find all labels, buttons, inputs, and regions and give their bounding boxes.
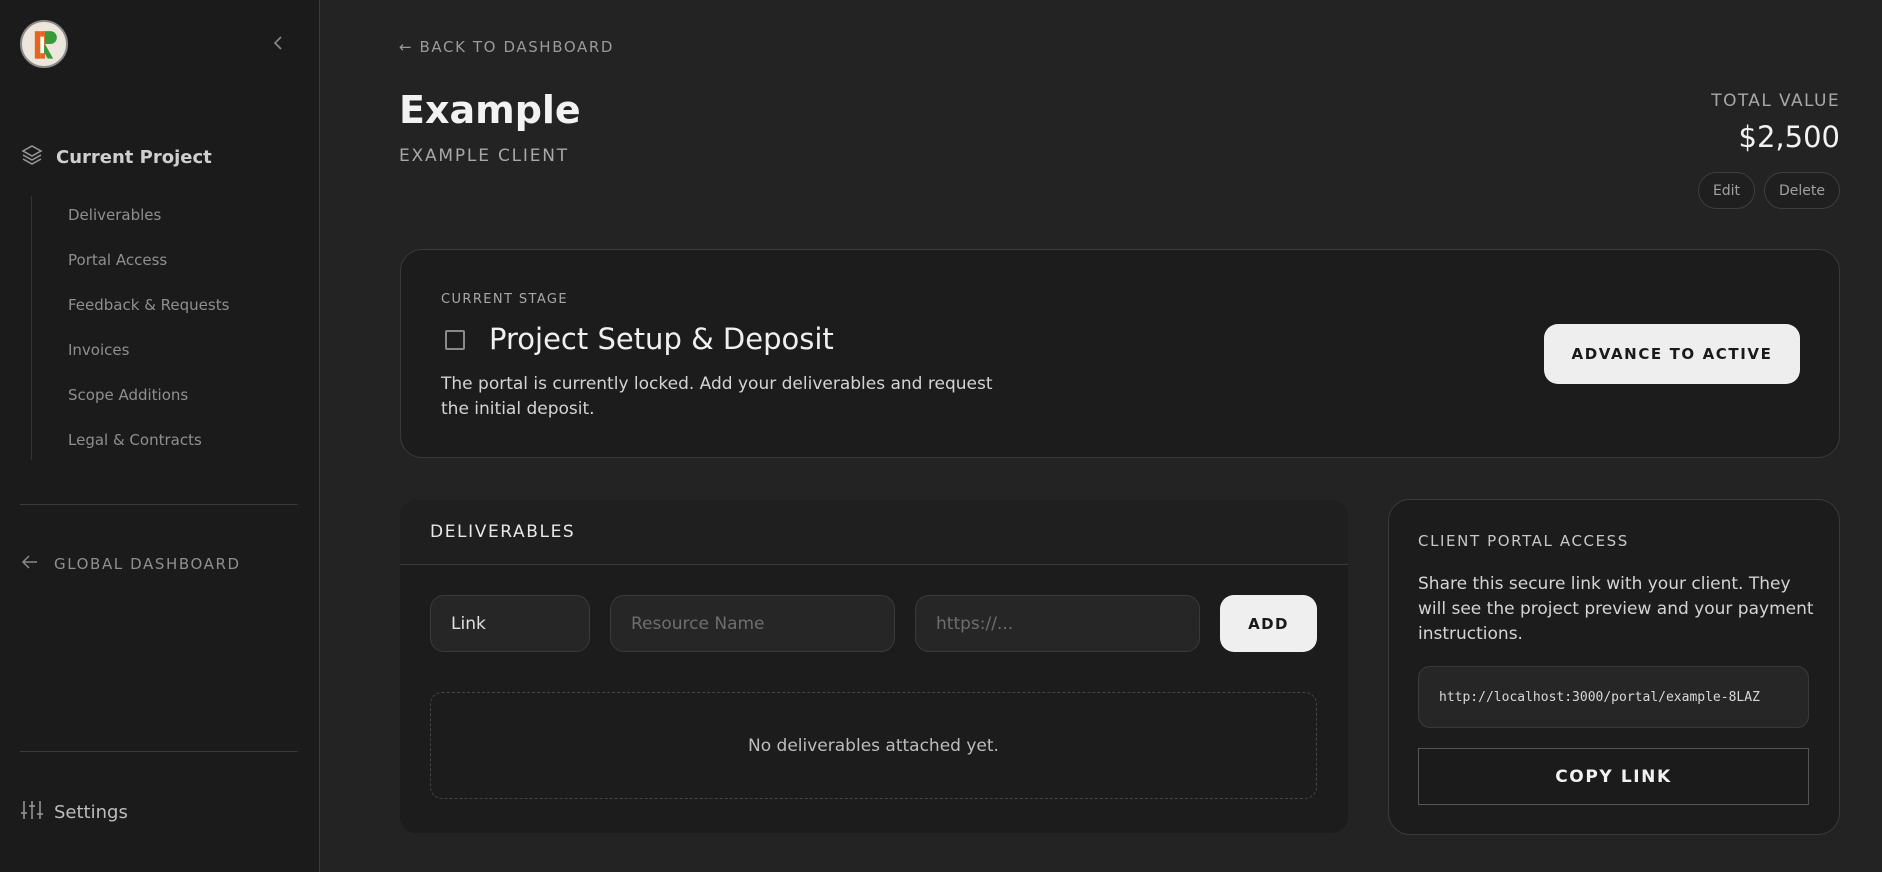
portal-title: CLIENT PORTAL ACCESS [1418,532,1629,550]
client-name: EXAMPLE CLIENT [399,146,569,166]
deliverable-type-select[interactable]: Link [430,595,590,652]
sidebar-item-invoices[interactable]: Invoices [68,341,129,359]
copy-link-button[interactable]: COPY LINK [1418,748,1809,805]
arrow-left-icon [20,552,40,576]
sidebar-item-legal-contracts[interactable]: Legal & Contracts [68,431,202,449]
current-stage-card: CURRENT STAGE Project Setup & Deposit Th… [400,249,1840,458]
delete-button[interactable]: Delete [1764,172,1840,209]
deliverables-empty-state: No deliverables attached yet. [430,692,1317,799]
brand-logo-icon[interactable] [20,20,68,68]
chevron-left-icon[interactable] [270,34,288,52]
sidebar: Current Project Deliverables Portal Acce… [0,0,320,872]
sidebar-item-portal-access[interactable]: Portal Access [68,251,167,269]
settings-label: Settings [54,801,128,823]
layers-icon [20,143,44,171]
deliverables-header: DELIVERABLES [400,500,1348,565]
resource-url-input[interactable]: https://... [915,595,1200,652]
sidebar-section-current-project[interactable]: Current Project [20,144,212,170]
settings-link[interactable]: Settings [20,798,128,826]
stage-label: CURRENT STAGE [441,292,569,307]
sidebar-item-deliverables[interactable]: Deliverables [68,206,161,224]
sidebar-divider-bottom [20,751,298,752]
sidebar-section-label: Current Project [56,146,212,168]
stage-title: Project Setup & Deposit [489,322,834,356]
stage-checkbox[interactable] [445,330,465,350]
portal-description: Share this secure link with your client.… [1418,574,1814,644]
sidebar-item-scope-additions[interactable]: Scope Additions [68,386,188,404]
sidebar-item-feedback-requests[interactable]: Feedback & Requests [68,296,229,314]
resource-name-input[interactable]: Resource Name [610,595,895,652]
edit-button[interactable]: Edit [1698,172,1755,209]
project-sub-nav: Deliverables Portal Access Feedback & Re… [31,196,291,460]
deliverables-card: DELIVERABLES Link Resource Name https://… [400,500,1348,833]
portal-link-field[interactable]: http://localhost:3000/portal/example-8LA… [1418,666,1809,728]
stage-description: The portal is currently locked. Add your… [441,374,993,419]
deliverables-title: DELIVERABLES [430,522,576,542]
empty-state-text: No deliverables attached yet. [748,735,999,756]
sliders-icon [20,798,44,826]
client-portal-card: CLIENT PORTAL ACCESS Share this secure l… [1388,499,1840,835]
global-dashboard-label: GLOBAL DASHBOARD [54,555,241,573]
page-title: Example [399,88,581,132]
advance-to-active-button[interactable]: ADVANCE TO ACTIVE [1544,324,1800,384]
sidebar-divider [20,504,298,505]
total-value-amount: $2,500 [1738,120,1840,154]
add-deliverable-button[interactable]: ADD [1220,595,1317,652]
total-value-label: TOTAL VALUE [1711,91,1840,111]
global-dashboard-link[interactable]: GLOBAL DASHBOARD [20,552,241,576]
back-to-dashboard-link[interactable]: ← BACK TO DASHBOARD [399,38,614,56]
